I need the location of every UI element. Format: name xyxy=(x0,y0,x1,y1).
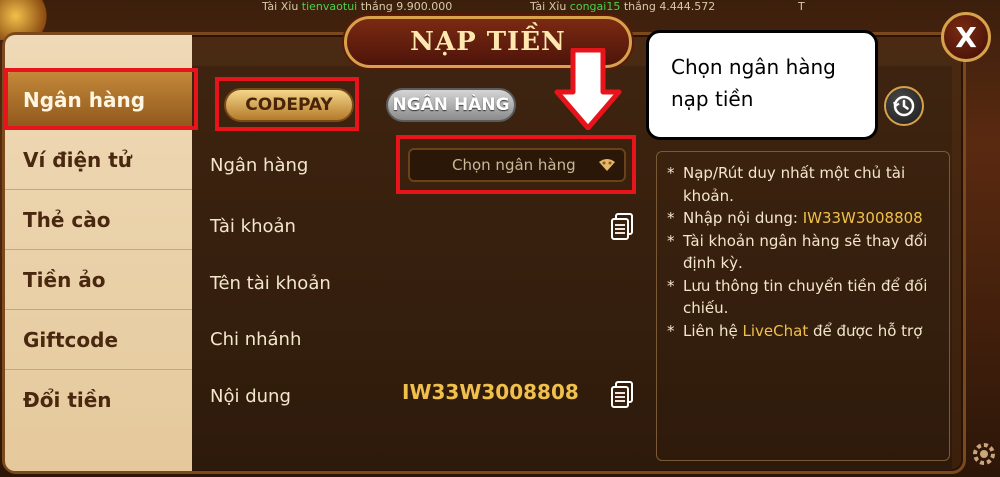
content-label: Nội dung xyxy=(210,386,291,407)
sidebar-item-crypto[interactable]: Tiền ảo xyxy=(5,250,192,310)
ticker-action: thắng xyxy=(360,0,393,13)
note-item: * Tài khoản ngân hàng sẽ thay đổi định k… xyxy=(667,230,941,275)
highlight-sidebar-bank xyxy=(4,68,198,130)
sidebar-item-card[interactable]: Thẻ cào xyxy=(5,190,192,250)
callout-line: Chọn ngân hàng xyxy=(671,55,836,79)
note-item: * Nạp/Rút duy nhất một chủ tài khoản. xyxy=(667,162,941,207)
account-name-label: Tên tài khoản xyxy=(210,273,331,294)
note-bullet: * xyxy=(667,209,675,227)
gear-icon[interactable] xyxy=(970,440,998,468)
note-item: * Nhập nội dung: IW33W3008808 xyxy=(667,207,941,230)
history-button[interactable] xyxy=(884,86,924,126)
winner-ticker: Tài Xỉu tienvaotui thắng 9.900.000 Tài X… xyxy=(0,0,1000,16)
sidebar-item-exchange[interactable]: Đổi tiền xyxy=(5,370,192,430)
ticker-entry-1: Tài Xỉu tienvaotui thắng 9.900.000 xyxy=(262,0,452,13)
ticker-prefix: Tài Xỉu xyxy=(530,0,567,13)
tab-label: NGÂN HÀNG xyxy=(392,95,510,115)
note-code: IW33W3008808 xyxy=(802,209,923,227)
note-text: Nhập nội dung: IW33W3008808 xyxy=(683,207,923,230)
ticker-user: tienvaotui xyxy=(301,0,358,13)
sidebar-item-label: Đổi tiền xyxy=(23,388,112,412)
history-icon xyxy=(893,95,915,117)
instruction-callout: Chọn ngân hàng nạp tiền xyxy=(646,30,878,140)
copy-icon[interactable] xyxy=(610,213,634,241)
note-text: Lưu thông tin chuyển tiền để đối chiếu. xyxy=(683,276,928,318)
sidebar-item-label: Giftcode xyxy=(23,327,119,352)
sidebar-item-giftcode[interactable]: Giftcode xyxy=(5,310,192,370)
close-button[interactable]: X xyxy=(941,12,991,62)
note-item: * Liên hệ LiveChat để được hỗ trợ xyxy=(667,320,941,343)
close-icon: X xyxy=(955,20,977,54)
sidebar-item-label: Thẻ cào xyxy=(23,207,111,232)
ticker-amount: 4.444.572 xyxy=(659,0,716,13)
branch-label: Chi nhánh xyxy=(210,329,302,350)
ticker-prefix: Tài Xỉu xyxy=(262,0,299,13)
account-label: Tài khoản xyxy=(210,216,296,237)
ticker-entry-2: Tài Xỉu congai15 thắng 4.444.572 xyxy=(530,0,715,13)
note-bullet: * xyxy=(667,321,675,340)
page-title: NẠP TIỀN xyxy=(410,27,566,57)
callout-line: nạp tiền xyxy=(671,87,754,111)
down-arrow-icon xyxy=(554,48,622,130)
note-bullet: * xyxy=(667,164,675,182)
tab-bank[interactable]: NGÂN HÀNG xyxy=(386,88,516,122)
sidebar-item-label: Tiền ảo xyxy=(23,267,106,292)
copy-icon[interactable] xyxy=(610,381,634,409)
deposit-notes: * Nạp/Rút duy nhất một chủ tài khoản. * … xyxy=(656,151,950,461)
note-bullet: * xyxy=(667,276,675,295)
sidebar-item-ewallet[interactable]: Ví điện tử xyxy=(5,130,192,190)
note-text-prefix: Liên hệ xyxy=(683,321,743,340)
ticker-amount: 9.900.000 xyxy=(396,0,453,13)
ticker-prefix: T xyxy=(798,0,805,13)
note-bullet: * xyxy=(667,231,675,250)
note-text: Nạp/Rút duy nhất một chủ tài khoản. xyxy=(683,164,906,205)
ticker-user: congai15 xyxy=(569,0,621,13)
bank-label: Ngân hàng xyxy=(210,155,309,176)
note-text-suffix: để được hỗ trợ xyxy=(808,321,923,340)
transfer-content-value: IW33W3008808 xyxy=(402,380,579,404)
highlight-codepay-tab xyxy=(215,77,359,131)
sidebar-item-label: Ví điện tử xyxy=(23,147,133,172)
note-item: * Lưu thông tin chuyển tiền để đối chiếu… xyxy=(667,275,941,320)
note-text: Liên hệ LiveChat để được hỗ trợ xyxy=(683,320,922,343)
highlight-bank-select xyxy=(396,135,636,194)
note-text: Tài khoản ngân hàng sẽ thay đổi định kỳ. xyxy=(683,231,928,273)
note-text-prefix: Nhập nội dung: xyxy=(683,209,803,227)
livechat-link[interactable]: LiveChat xyxy=(743,322,809,340)
ticker-entry-3: T xyxy=(798,0,805,13)
ticker-action: thắng xyxy=(623,0,656,13)
